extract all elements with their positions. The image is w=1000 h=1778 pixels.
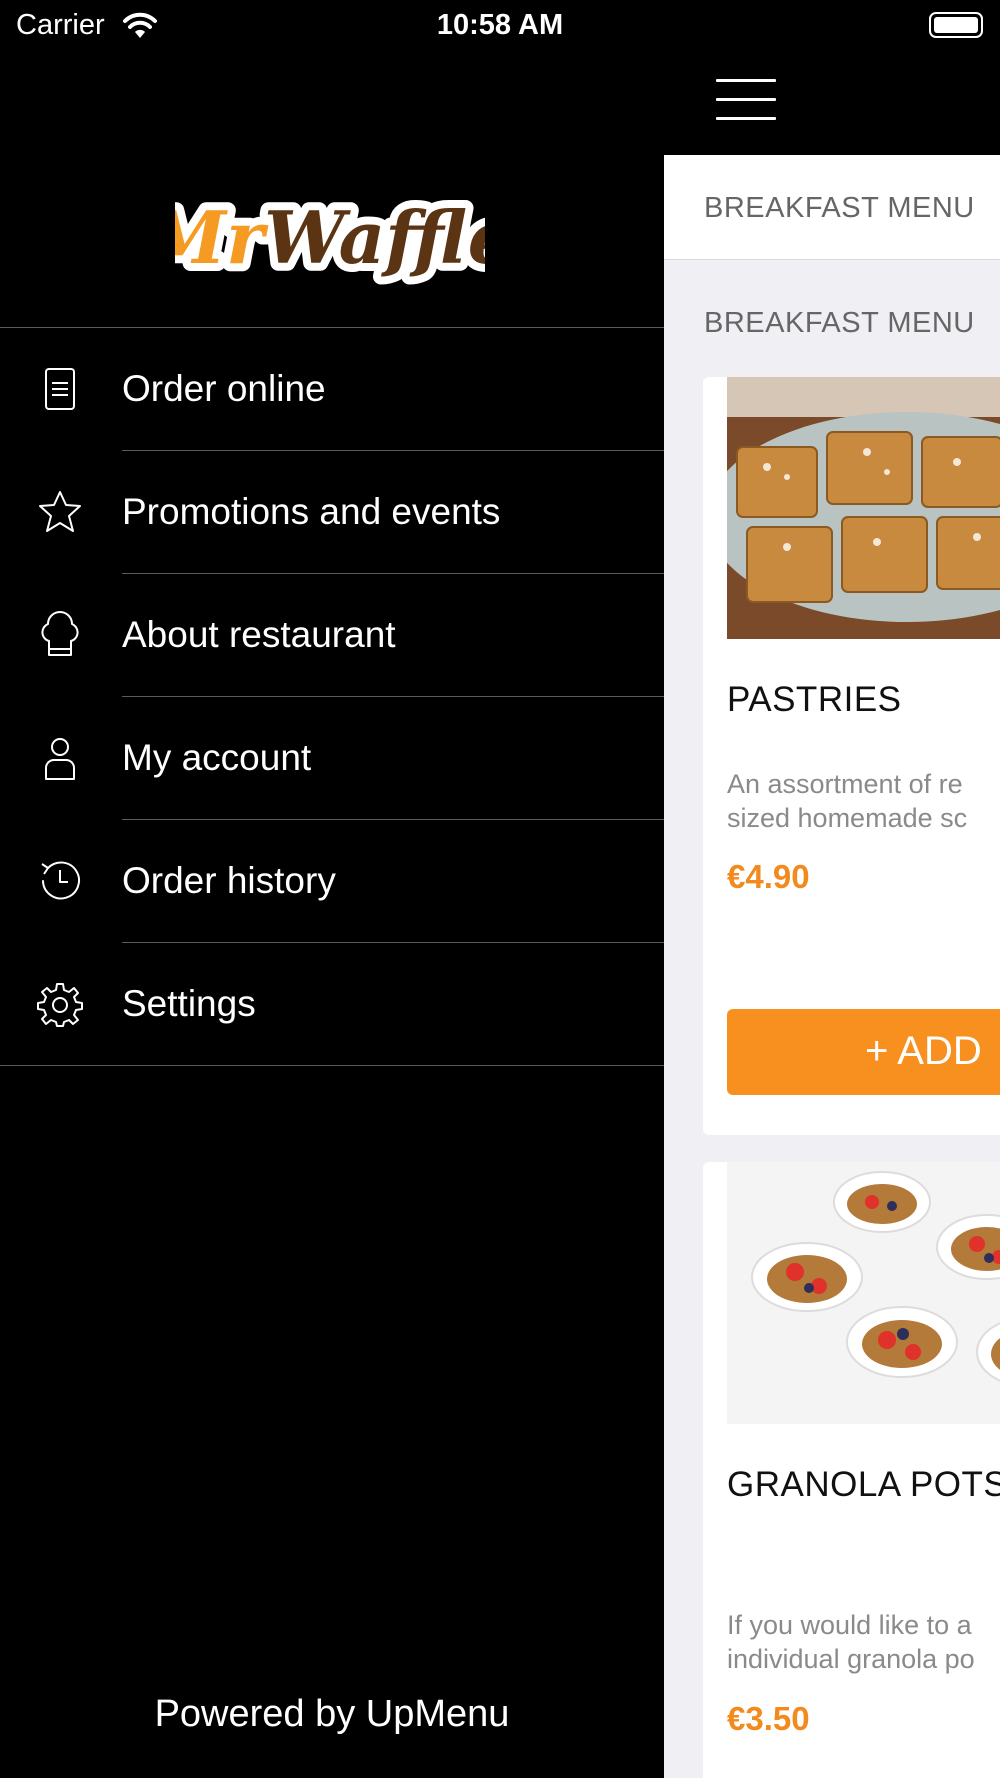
side-drawer: MrWaffle MrWaffle Order online Promotion… [0, 50, 664, 1778]
document-icon [45, 368, 75, 410]
menu-item-card[interactable]: PASTRIES An assortment of re sized homem… [703, 377, 1000, 1135]
menu-item-my-account[interactable]: My account [0, 697, 664, 820]
chef-hat-icon [41, 611, 79, 656]
clock-time: 10:58 AM [436, 9, 564, 41]
history-clock-icon [41, 861, 80, 900]
menu-item-settings[interactable]: Settings [0, 943, 664, 1066]
battery-icon [929, 12, 983, 38]
menu-content[interactable]: BREAKFAST MENU BREAKFAST MENU PASTRIES A… [664, 155, 1000, 1778]
menu-item-card[interactable]: GRANOLA POTS If you would like to a indi… [703, 1162, 1000, 1778]
status-bar: Carrier 10:58 AM [0, 0, 1000, 50]
menu-item-label: Promotions and events [122, 491, 501, 532]
item-title: PASTRIES [727, 680, 902, 719]
tab-breakfast-menu[interactable]: BREAKFAST MENU [704, 192, 975, 225]
menu-item-label: Order online [122, 368, 326, 409]
item-description: If you would like to a individual granol… [727, 1610, 975, 1674]
item-description: An assortment of re sized homemade sc [727, 769, 968, 833]
add-to-cart-button[interactable]: + ADD [727, 1009, 1000, 1095]
menu-item-about-restaurant[interactable]: About restaurant [0, 574, 664, 697]
mrwaffle-logo: MrWaffle MrWaffle [175, 187, 485, 288]
svg-text:MrWaffle: MrWaffle [175, 195, 485, 280]
item-title: GRANOLA POTS [727, 1465, 1000, 1504]
drawer-menu: Order online Promotions and events About… [0, 328, 664, 1066]
hamburger-menu-icon[interactable] [716, 79, 776, 120]
item-price: €3.50 [727, 1700, 810, 1737]
pastries-image [727, 377, 1000, 639]
menu-item-order-online[interactable]: Order online [0, 328, 664, 451]
item-price: €4.90 [727, 858, 810, 895]
menu-item-promotions[interactable]: Promotions and events [0, 451, 664, 574]
section-title: BREAKFAST MENU [704, 307, 975, 339]
granola-pots-image [727, 1162, 1000, 1424]
menu-item-label: Order history [122, 860, 336, 901]
menu-item-label: My account [122, 737, 312, 778]
powered-by-footer: Powered by UpMenu [154, 1693, 510, 1735]
star-icon [39, 491, 81, 532]
category-tab-bar: BREAKFAST MENU [664, 155, 1000, 260]
user-icon [45, 738, 75, 780]
menu-item-order-history[interactable]: Order history [0, 820, 664, 943]
gear-icon [37, 983, 83, 1027]
menu-item-label: About restaurant [122, 614, 396, 655]
menu-item-label: Settings [122, 983, 256, 1024]
